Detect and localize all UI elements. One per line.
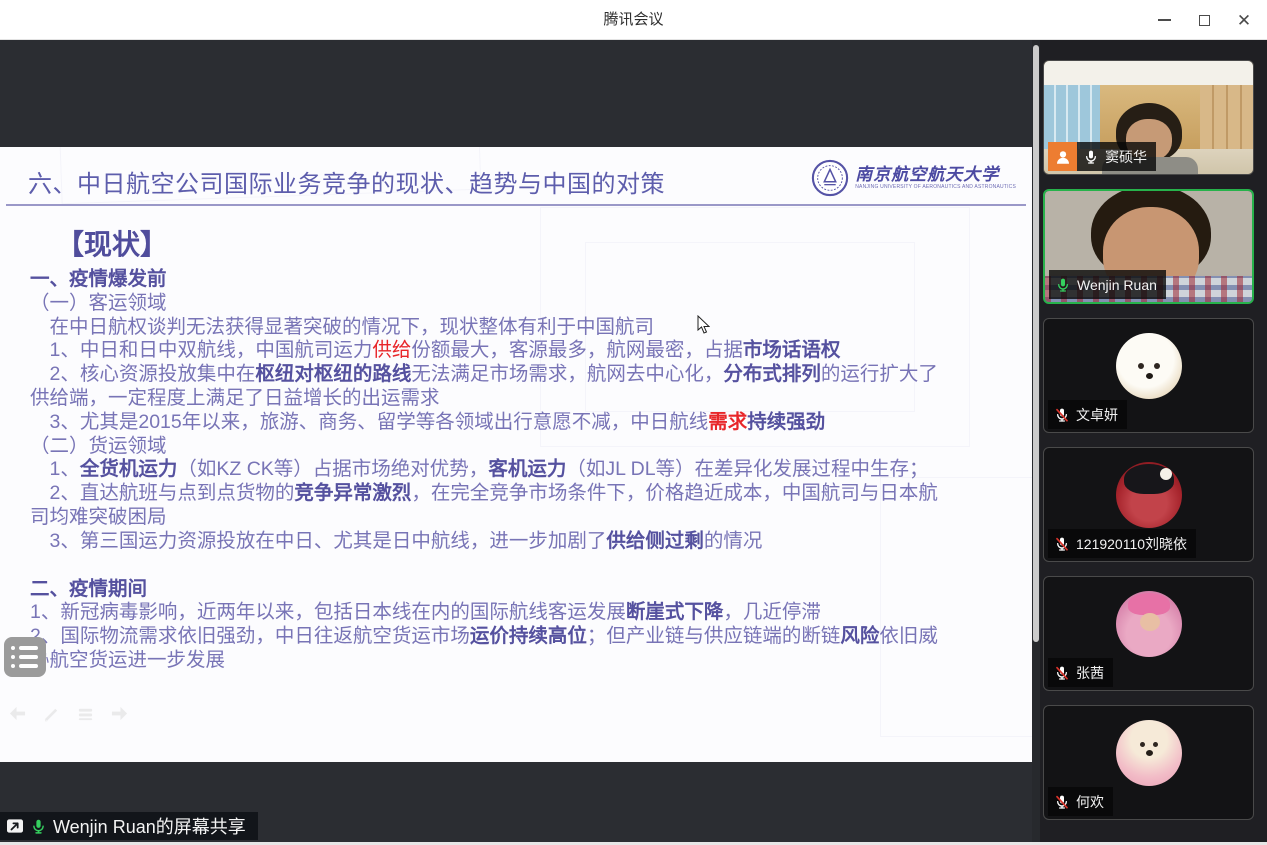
slide-text-line: 2、直达航班与点到点货物的竞争异常激烈，在完全竞争市场条件下，价格趋近成本，中国… (30, 482, 1015, 506)
participant-name-badge: 121920110刘晓依 (1048, 529, 1196, 558)
participant-name-badge: 文卓妍 (1048, 400, 1127, 429)
meeting-main: 六、中日航空公司国际业务竞争的现状、趋势与中国的对策 南京航空航天大学 NANJ… (0, 40, 1267, 845)
participant-tile[interactable]: 何欢 (1043, 705, 1254, 820)
presenter-controls (8, 705, 129, 722)
slide-text-line: 2、核心资源投放集中在枢纽对枢纽的路线无法满足市场需求，航网去中心化，分布式排列… (30, 363, 1015, 387)
mic-icon (1083, 149, 1099, 165)
mic-icon (1054, 407, 1070, 423)
minimize-icon (1158, 19, 1171, 21)
slide-section-heading: 【现状】 (56, 223, 168, 263)
person-icon (1054, 148, 1072, 166)
slide-body: 一、疫情爆发前（一）客运领域 在中日航权谈判无法获得显著突破的情况下，现状整体有… (30, 268, 1015, 673)
participant-name-badge: 张茜 (1048, 658, 1113, 687)
slide-text-line: 供给端，一定程度上满足了日益增长的出运需求 (30, 387, 1015, 411)
participant-avatar (1116, 591, 1182, 657)
slide-text-line: 在中日航权谈判无法获得显著突破的情况下，现状整体有利于中国航司 (30, 316, 1015, 340)
slide-title: 六、中日航空公司国际业务竞争的现状、趋势与中国的对策 (28, 164, 665, 199)
screen-share-banner-text: Wenjin Ruan的屏幕共享 (53, 813, 246, 839)
mic-icon (1055, 277, 1071, 293)
participant-name: 121920110刘晓依 (1076, 534, 1187, 554)
presentation-slide: 六、中日航空公司国际业务竞争的现状、趋势与中国的对策 南京航空航天大学 NANJ… (0, 147, 1032, 762)
mic-icon (1054, 536, 1070, 552)
slide-title-divider (6, 204, 1026, 206)
slide-text-line: （二）货运领域 (30, 435, 1015, 459)
participant-name: 窦硕华 (1105, 147, 1147, 167)
window-controls: ✕ (1149, 0, 1259, 40)
participants-panel: 窦硕华 Wenjin Ruan (1040, 40, 1267, 845)
window-title: 腾讯会议 (0, 0, 1267, 40)
participant-avatar (1116, 462, 1182, 528)
slide-text-line: （一）客运领域 (30, 292, 1015, 316)
slide-text-line: 胁航空货运进一步发展 (30, 649, 1015, 673)
participant-tile[interactable]: Wenjin Ruan (1043, 189, 1254, 304)
participants-scrollbar (1032, 40, 1040, 845)
presenter-mic-icon (30, 818, 47, 835)
slide-text-line: 司均难突破困局 (30, 506, 1015, 530)
previous-slide-button[interactable] (8, 705, 27, 722)
maximize-icon (1199, 15, 1210, 26)
window-titlebar: 腾讯会议 ✕ (0, 0, 1267, 40)
participant-name: 文卓妍 (1076, 405, 1118, 425)
participant-tile[interactable]: 121920110刘晓依 (1043, 447, 1254, 562)
participant-avatar (1116, 333, 1182, 399)
host-avatar-badge (1048, 142, 1077, 171)
university-name-en: NANJING UNIVERSITY OF AERONAUTICS AND AS… (855, 185, 1016, 191)
mouse-cursor (697, 315, 710, 334)
close-icon: ✕ (1237, 12, 1251, 29)
screen-share-icon (6, 818, 24, 834)
screen-share-banner: Wenjin Ruan的屏幕共享 (0, 812, 258, 840)
participants-scrollbar-thumb[interactable] (1033, 45, 1039, 642)
participant-avatar (1116, 720, 1182, 786)
slide-menu-button[interactable] (76, 705, 95, 722)
list-row (11, 664, 46, 668)
pen-tool-button[interactable] (42, 705, 61, 722)
participant-tile[interactable]: 窦硕华 (1043, 60, 1254, 175)
participant-tile[interactable]: 文卓妍 (1043, 318, 1254, 433)
minimize-button[interactable] (1149, 5, 1179, 35)
slide-text-line: 1、全货机运力（如KZ CK等）占据市场绝对优势，客机运力（如JL DL等）在差… (30, 458, 1015, 482)
participant-name-badge: Wenjin Ruan (1049, 270, 1166, 299)
university-logo: 南京航空航天大学 NANJING UNIVERSITY OF AERONAUTI… (811, 159, 1016, 197)
participant-tile[interactable]: 张茜 (1043, 576, 1254, 691)
slide-list-button[interactable] (4, 637, 46, 677)
participant-name: Wenjin Ruan (1077, 277, 1157, 293)
university-emblem-icon (811, 159, 849, 197)
slide-text-line: 1、中日和日中双航线，中国航司运力供给份额最大，客源最多，航网最密，占据市场话语… (30, 339, 1015, 363)
participant-name-badge: 窦硕华 (1048, 142, 1156, 171)
participant-name: 张茜 (1076, 663, 1104, 683)
slide-text-line: 一、疫情爆发前 (30, 268, 1015, 292)
slide-text-line: 二、疫情期间 (30, 578, 1015, 602)
maximize-button[interactable] (1189, 5, 1219, 35)
participant-name-badge: 何欢 (1048, 787, 1113, 816)
slide-text-line (30, 554, 1015, 578)
participant-name: 何欢 (1076, 792, 1104, 812)
slide-text-line: 3、第三国运力资源投放在中日、尤其是日中航线，进一步加剧了供给侧过剩的情况 (30, 530, 1015, 554)
university-name-zh: 南京航空航天大学 (855, 166, 1016, 185)
slide-text-line: 1、新冠病毒影响，近两年以来，包括日本线在内的国际航线客运发展断崖式下降，几近停… (30, 601, 1015, 625)
mic-icon (1054, 794, 1070, 810)
mic-icon (1054, 665, 1070, 681)
screen-share-area: 六、中日航空公司国际业务竞争的现状、趋势与中国的对策 南京航空航天大学 NANJ… (0, 40, 1032, 845)
list-row (11, 655, 46, 659)
slide-text-line: 3、尤其是2015年以来，旅游、商务、留学等各领域出行意愿不减，中日航线需求持续… (30, 411, 1015, 435)
next-slide-button[interactable] (110, 705, 129, 722)
list-row (11, 646, 46, 650)
close-button[interactable]: ✕ (1229, 5, 1259, 35)
slide-text-line: 2、国际物流需求依旧强劲，中日往返航空货运市场运价持续高位；但产业链与供应链端的… (30, 625, 1015, 649)
